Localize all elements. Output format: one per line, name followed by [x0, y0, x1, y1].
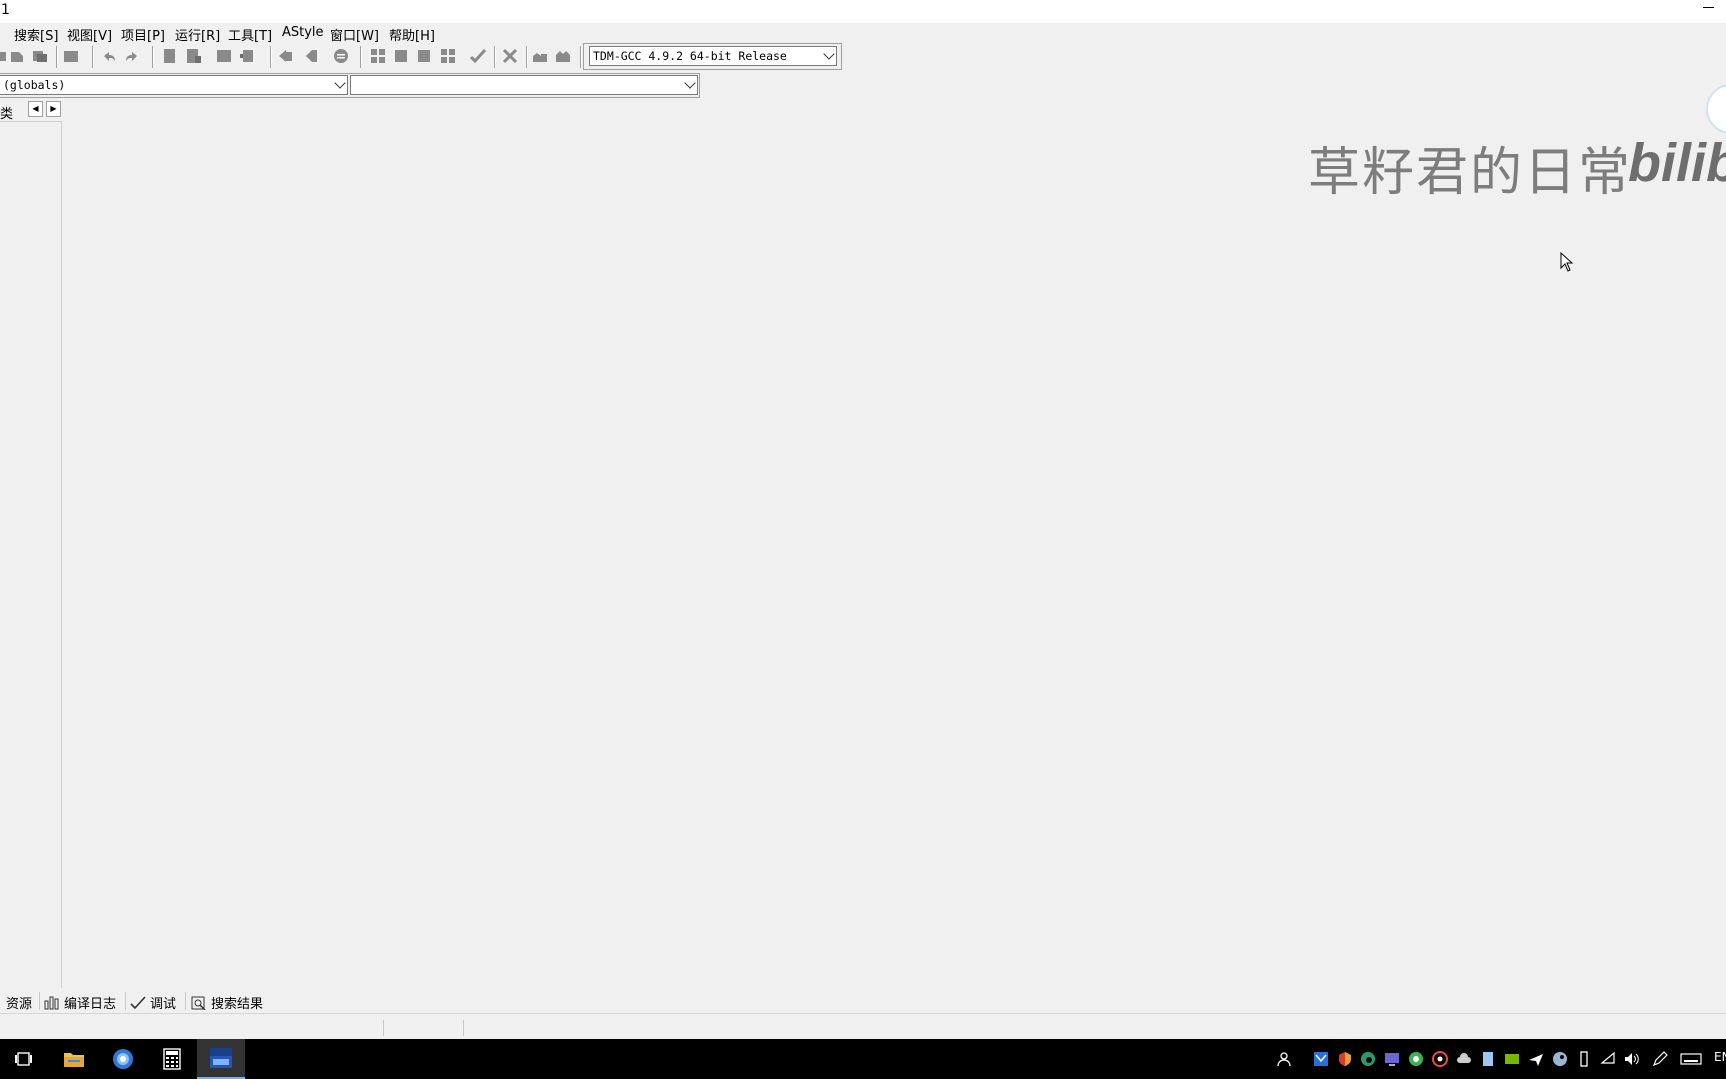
project-browser-panel[interactable] [0, 122, 62, 988]
tray-steam-icon[interactable] [1552, 1051, 1568, 1067]
keyboard-icon[interactable] [1680, 1051, 1702, 1067]
chevron-down-icon [334, 77, 346, 89]
bar-chart-icon [44, 996, 59, 1009]
arrow-right-icon: ▶ [50, 104, 57, 113]
scope-select[interactable]: (globals) [0, 75, 348, 95]
menu-view[interactable]: 视图[V] [67, 25, 112, 44]
chevron-down-icon [823, 48, 835, 60]
syntax-check-icon[interactable] [470, 48, 486, 64]
member-select[interactable] [350, 75, 698, 95]
mouse-cursor-icon [1560, 252, 1574, 272]
tab-scroll-left-button[interactable]: ◀ [28, 101, 43, 117]
folder-icon [64, 1053, 84, 1067]
rebuild-icon[interactable] [440, 48, 456, 64]
watermark-text: 草籽君的日常 [1308, 143, 1633, 203]
open-file-icon[interactable] [9, 48, 25, 64]
tray-shield-icon[interactable] [1337, 1051, 1353, 1067]
bottom-panel-tabs: 资源 编译日志 调试 搜索结果 [0, 990, 1726, 1012]
globe-icon [113, 1049, 133, 1069]
tab-scroll-right-button[interactable]: ▶ [46, 101, 61, 117]
tab-compile-log[interactable]: 编译日志 [44, 993, 116, 1012]
taskbar-devcpp[interactable] [197, 1039, 245, 1079]
tab-classes[interactable]: 类 [0, 103, 13, 122]
tab-search-results-label: 搜索结果 [211, 997, 264, 1012]
watermark-logo [1706, 84, 1726, 134]
tab-resources-label: 资源 [6, 997, 33, 1012]
toggle-comment-icon[interactable] [216, 48, 232, 64]
usb-icon[interactable] [1576, 1051, 1592, 1067]
tray-edge-icon[interactable] [1360, 1051, 1376, 1067]
tab-search-results[interactable]: 搜索结果 [191, 993, 263, 1012]
check-icon [130, 995, 146, 1009]
tab-compile-log-label: 编译日志 [64, 997, 117, 1012]
stop-execution-icon[interactable] [502, 48, 518, 64]
profile-icon[interactable] [555, 48, 571, 64]
compile-icon[interactable] [370, 48, 386, 64]
title-bar: 1 [0, 0, 1726, 23]
run-icon[interactable] [393, 48, 409, 64]
menu-help[interactable]: 帮助[H] [389, 25, 435, 44]
people-icon[interactable] [1277, 1051, 1293, 1067]
menu-project[interactable]: 项目[P] [121, 25, 165, 44]
menu-search[interactable]: 搜索[S] [14, 25, 58, 44]
pen-icon[interactable] [1652, 1051, 1668, 1067]
print-icon[interactable] [63, 48, 79, 64]
toggle-bookmark-icon[interactable] [240, 48, 256, 64]
volume-icon[interactable] [1624, 1051, 1640, 1067]
minimize-icon [1702, 6, 1714, 8]
save-file-icon[interactable] [32, 48, 48, 64]
debug-icon[interactable] [532, 48, 548, 64]
status-bar [0, 1013, 1726, 1039]
tray-document-icon[interactable] [1480, 1051, 1496, 1067]
menu-astyle[interactable]: AStyle [282, 25, 324, 40]
chevron-down-icon [684, 77, 696, 89]
windows-taskbar: EN [0, 1039, 1726, 1079]
undo-icon[interactable] [101, 48, 117, 64]
compile-run-icon[interactable] [416, 48, 432, 64]
tab-resources[interactable]: 资源 [6, 993, 32, 1012]
indent-icon[interactable] [162, 48, 178, 64]
tab-debug[interactable]: 调试 [130, 993, 176, 1012]
arrow-left-icon: ◀ [32, 104, 39, 113]
compiler-select-value: TDM-GCC 4.9.2 64-bit Release [593, 49, 787, 63]
menu-tools[interactable]: 工具[T] [228, 25, 272, 44]
tab-debug-label: 调试 [150, 997, 177, 1012]
tray-app-blue-icon[interactable] [1313, 1051, 1329, 1067]
redo-icon[interactable] [124, 48, 140, 64]
tray-monitor-icon[interactable] [1384, 1051, 1400, 1067]
menu-run[interactable]: 运行[R] [175, 25, 220, 44]
task-view-button[interactable] [0, 1039, 48, 1079]
window-title: 1 [1, 2, 10, 18]
goto-next-icon[interactable] [302, 48, 318, 64]
tray-green-icon[interactable] [1408, 1051, 1424, 1067]
compiler-select[interactable]: TDM-GCC 4.9.2 64-bit Release [589, 46, 837, 66]
input-language[interactable]: EN [1714, 1050, 1726, 1064]
search-icon [191, 996, 206, 1010]
devcpp-icon [210, 1048, 232, 1068]
goto-prev-icon[interactable] [278, 48, 294, 64]
wifi-icon[interactable] [1600, 1051, 1616, 1067]
watermark-latin-text: bilibi [1628, 133, 1726, 193]
taskbar-browser[interactable] [99, 1039, 147, 1079]
menu-bar: 搜索[S] 视图[V] 项目[P] 运行[R] 工具[T] AStyle 窗口[… [0, 23, 1726, 44]
scope-select-value: (globals) [3, 78, 66, 92]
task-view-icon [15, 1052, 32, 1066]
taskbar-file-explorer[interactable] [50, 1039, 98, 1079]
cloud-icon[interactable] [1456, 1051, 1472, 1067]
goto-line-icon[interactable] [333, 48, 349, 64]
menu-window[interactable]: 窗口[W] [330, 25, 379, 44]
tray-chrome-icon[interactable] [1432, 1051, 1448, 1067]
taskbar-calculator[interactable] [148, 1039, 196, 1079]
tray-nvidia-icon[interactable] [1504, 1051, 1520, 1067]
unindent-icon[interactable] [185, 48, 201, 64]
minimize-button[interactable] [1690, 0, 1726, 22]
tray-plane-icon[interactable] [1528, 1051, 1544, 1067]
calculator-icon [163, 1048, 181, 1070]
